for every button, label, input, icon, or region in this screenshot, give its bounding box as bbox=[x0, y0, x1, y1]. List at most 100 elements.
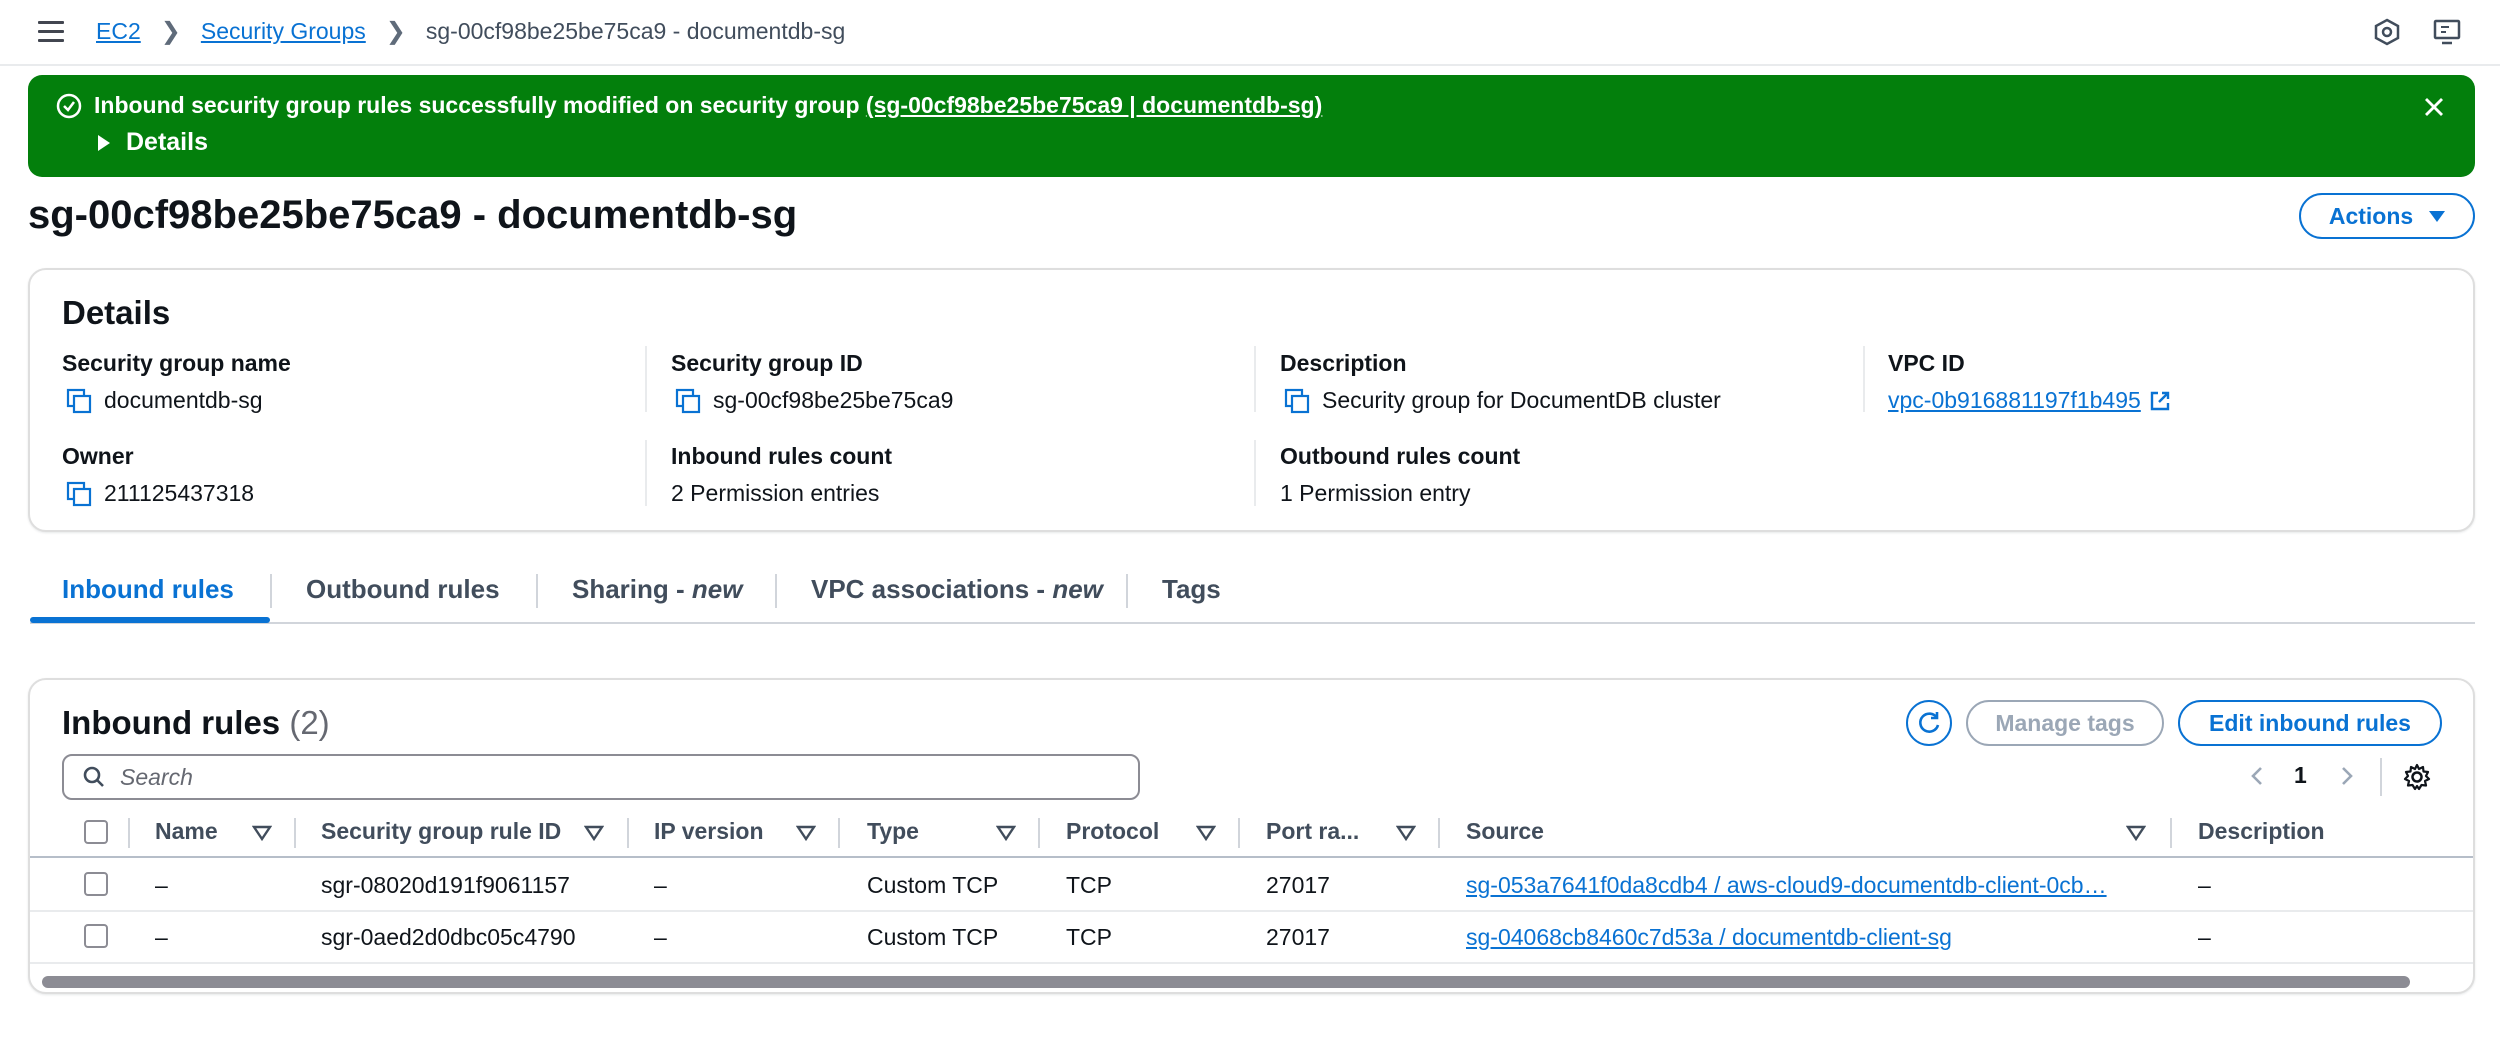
column-header-protocol[interactable]: Protocol bbox=[1066, 818, 1159, 845]
sort-caret-icon[interactable] bbox=[1196, 824, 1216, 842]
tab-new-tag: new bbox=[1052, 574, 1103, 604]
cell-rule-id: sgr-0aed2d0dbc05c4790 bbox=[321, 924, 576, 950]
inbound-count-value: 2 Permission entries bbox=[671, 480, 880, 506]
tab-vpc-associations[interactable]: VPC associations - new bbox=[811, 574, 1103, 605]
sort-caret-icon[interactable] bbox=[1396, 824, 1416, 842]
actions-label: Actions bbox=[2328, 202, 2414, 229]
description-field: Description Security group for DocumentD… bbox=[1280, 350, 1721, 414]
column-header-description[interactable]: Description bbox=[2198, 818, 2325, 845]
chevron-right-icon[interactable] bbox=[2334, 764, 2358, 788]
breadcrumb-security-groups[interactable]: Security Groups bbox=[201, 18, 366, 45]
column-header-rule-id[interactable]: Security group rule ID bbox=[321, 818, 561, 845]
rules-title-text: Inbound rules bbox=[62, 704, 281, 741]
column-separator[interactable] bbox=[838, 818, 840, 848]
caret-right-icon bbox=[98, 134, 110, 151]
sort-caret-icon[interactable] bbox=[252, 824, 272, 842]
breadcrumb-ec2[interactable]: EC2 bbox=[96, 18, 141, 45]
manage-tags-button[interactable]: Manage tags bbox=[1966, 700, 2164, 746]
column-divider bbox=[1863, 346, 1865, 412]
tab-sharing[interactable]: Sharing - new bbox=[572, 574, 742, 605]
flash-details-label: Details bbox=[126, 128, 208, 156]
pager-separator bbox=[2380, 758, 2382, 796]
flash-details-toggle[interactable]: Details bbox=[98, 128, 208, 157]
column-divider bbox=[1254, 346, 1256, 412]
breadcrumb: EC2 ❯ Security Groups ❯ sg-00cf98be25be7… bbox=[96, 17, 845, 46]
cell-source-link[interactable]: sg-053a7641f0da8cdb4 / aws-cloud9-docume… bbox=[1466, 872, 2156, 899]
refresh-button[interactable] bbox=[1906, 700, 1952, 746]
table-row[interactable]: – sgr-08020d191f9061157 – Custom TCP TCP… bbox=[30, 860, 2473, 912]
column-divider bbox=[1254, 440, 1256, 506]
cell-protocol: TCP bbox=[1066, 924, 1112, 950]
description-value: Security group for DocumentDB cluster bbox=[1322, 387, 1721, 413]
tab-separator bbox=[775, 574, 777, 608]
refresh-icon bbox=[1919, 712, 1940, 733]
horizontal-scrollbar[interactable] bbox=[42, 976, 2410, 988]
column-header-name[interactable]: Name bbox=[155, 818, 218, 845]
select-all-checkbox[interactable] bbox=[84, 820, 108, 844]
chevron-left-icon[interactable] bbox=[2246, 764, 2270, 788]
flash-security-group-link[interactable]: (sg-00cf98be25be75ca9 | documentdb-sg) bbox=[866, 92, 1322, 118]
edit-inbound-rules-button[interactable]: Edit inbound rules bbox=[2178, 700, 2442, 746]
search-icon bbox=[83, 766, 104, 787]
table-row[interactable]: – sgr-0aed2d0dbc05c4790 – Custom TCP TCP… bbox=[30, 912, 2473, 964]
column-header-source[interactable]: Source bbox=[1466, 818, 1544, 845]
copy-icon[interactable] bbox=[66, 481, 92, 507]
success-check-icon bbox=[56, 93, 82, 119]
tab-label: Outbound rules bbox=[306, 574, 500, 604]
menu-icon[interactable] bbox=[38, 21, 64, 43]
sg-id-value-row: sg-00cf98be25be75ca9 bbox=[671, 387, 953, 414]
sort-caret-icon[interactable] bbox=[796, 824, 816, 842]
row-checkbox[interactable] bbox=[84, 924, 108, 948]
row-checkbox[interactable] bbox=[84, 872, 108, 896]
copy-icon[interactable] bbox=[1284, 388, 1310, 414]
sg-name-field: Security group name documentdb-sg bbox=[62, 350, 291, 414]
tab-separator bbox=[270, 574, 272, 608]
tab-inbound-rules[interactable]: Inbound rules bbox=[62, 574, 234, 605]
tab-outbound-rules[interactable]: Outbound rules bbox=[306, 574, 500, 605]
page-number[interactable]: 1 bbox=[2294, 762, 2307, 789]
column-separator[interactable] bbox=[1438, 818, 1440, 848]
tab-tags[interactable]: Tags bbox=[1162, 574, 1221, 605]
inbound-count-field: Inbound rules count 2 Permission entries bbox=[671, 443, 892, 507]
column-separator[interactable] bbox=[627, 818, 629, 848]
column-header-ip-version[interactable]: IP version bbox=[654, 818, 764, 845]
cell-name: – bbox=[155, 872, 168, 898]
cell-ip-version: – bbox=[654, 924, 667, 950]
column-separator[interactable] bbox=[1238, 818, 1240, 848]
sort-caret-icon[interactable] bbox=[996, 824, 1016, 842]
gear-icon[interactable] bbox=[2402, 762, 2432, 792]
tab-label: Tags bbox=[1162, 574, 1221, 604]
cell-name: – bbox=[155, 924, 168, 950]
sg-id-label: Security group ID bbox=[671, 350, 863, 376]
chevron-right-icon: ❯ bbox=[385, 18, 406, 45]
sort-caret-icon[interactable] bbox=[2126, 824, 2146, 842]
details-panel: Details Security group name documentdb-s… bbox=[28, 268, 2475, 532]
column-separator[interactable] bbox=[128, 818, 130, 848]
column-separator[interactable] bbox=[2170, 818, 2172, 848]
column-separator[interactable] bbox=[1038, 818, 1040, 848]
column-separator[interactable] bbox=[294, 818, 296, 848]
flash-message-text: Inbound security group rules successfull… bbox=[94, 92, 866, 118]
success-flash-banner: Inbound security group rules successfull… bbox=[28, 75, 2475, 177]
description-value-row: Security group for DocumentDB cluster bbox=[1280, 387, 1721, 414]
feedback-icon[interactable] bbox=[2432, 17, 2462, 47]
tab-separator bbox=[1126, 574, 1128, 608]
column-header-port-range[interactable]: Port ra... bbox=[1266, 818, 1359, 845]
details-heading: Details bbox=[62, 294, 171, 331]
vpc-id-link[interactable]: vpc-0b916881197f1b495 bbox=[1888, 387, 2171, 414]
cell-source-link[interactable]: sg-04068cb8460c7d53a / documentdb-client… bbox=[1466, 924, 2156, 951]
copy-icon[interactable] bbox=[675, 388, 701, 414]
search-input[interactable] bbox=[120, 763, 1020, 791]
cell-description: – bbox=[2198, 872, 2211, 898]
column-header-type[interactable]: Type bbox=[867, 818, 919, 845]
close-icon[interactable] bbox=[2419, 92, 2449, 122]
actions-button[interactable]: Actions bbox=[2299, 193, 2475, 239]
active-tab-indicator bbox=[30, 617, 270, 623]
inbound-rules-heading: Inbound rules (2) bbox=[62, 704, 330, 742]
sort-caret-icon[interactable] bbox=[584, 824, 604, 842]
notifications-hexagon-icon[interactable] bbox=[2372, 17, 2402, 47]
search-field[interactable] bbox=[62, 754, 1140, 800]
vpc-id-field: VPC ID vpc-0b916881197f1b495 bbox=[1888, 350, 2171, 414]
outbound-count-field: Outbound rules count 1 Permission entry bbox=[1280, 443, 1520, 507]
copy-icon[interactable] bbox=[66, 388, 92, 414]
